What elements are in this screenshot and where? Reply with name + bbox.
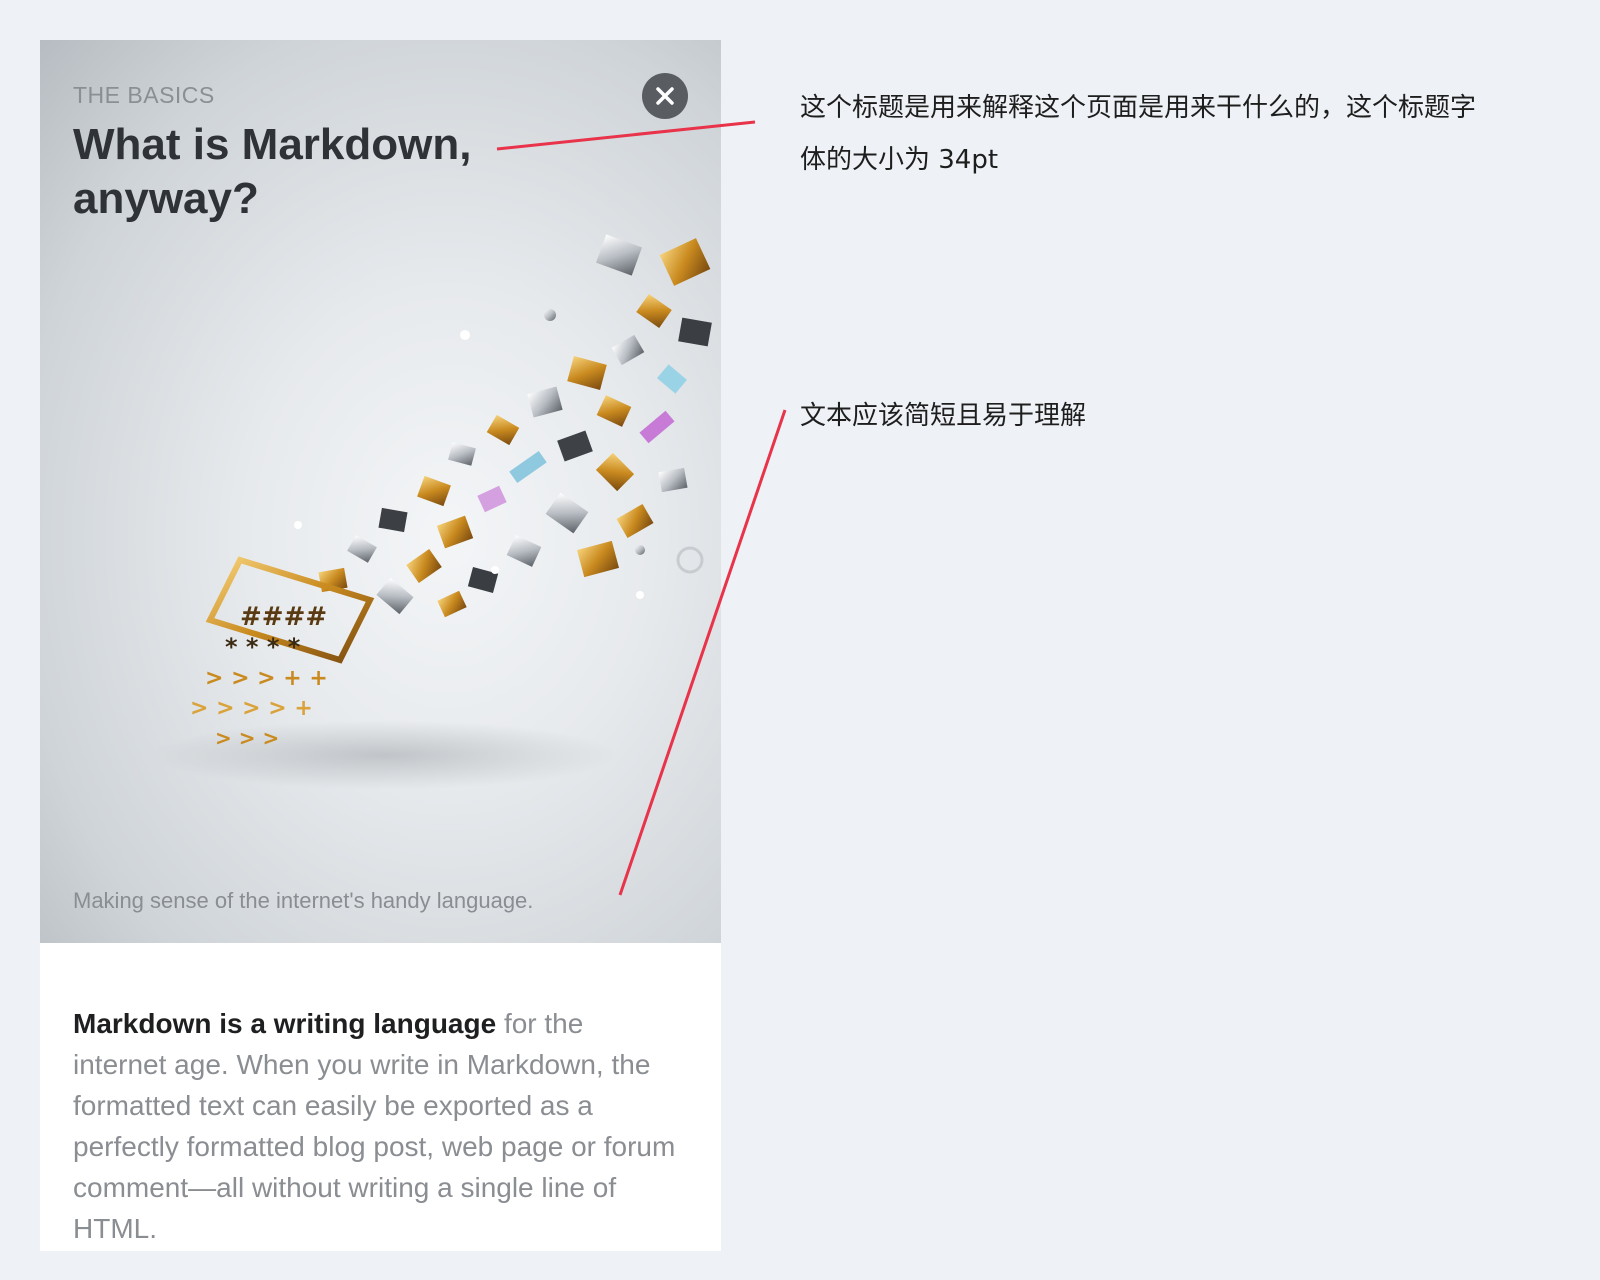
svg-text:> > >: > > > bbox=[215, 726, 279, 750]
article-card: #### * * * * > > > + + > > > > + > > > T… bbox=[40, 40, 721, 1251]
article-body-lead: Markdown is a writing language bbox=[73, 1008, 497, 1039]
particle-cloud bbox=[294, 234, 712, 618]
article-body-rest: for the internet age. When you write in … bbox=[73, 1008, 676, 1244]
svg-text:* * * *: * * * * bbox=[225, 633, 301, 661]
article-body: Markdown is a writing language for the i… bbox=[73, 1003, 683, 1249]
design-annotation-canvas: #### * * * * > > > + + > > > > + > > > T… bbox=[0, 0, 1600, 1280]
hero-image: #### * * * * > > > + + > > > > + > > > T… bbox=[40, 40, 721, 943]
section-eyebrow: THE BASICS bbox=[73, 82, 215, 108]
title-annotation: 这个标题是用来解释这个页面是用来干什么的，这个标题字体的大小为 34pt bbox=[800, 93, 1477, 175]
svg-text:> > > > +: > > > > + bbox=[190, 696, 313, 721]
subtitle-annotation: 文本应该简短且易于理解 bbox=[800, 401, 1087, 431]
close-icon bbox=[656, 87, 674, 105]
page-title: What is Markdown, anyway? bbox=[73, 120, 472, 223]
hero-subtitle: Making sense of the internet's handy lan… bbox=[73, 888, 534, 913]
svg-text:####: #### bbox=[240, 602, 327, 632]
symbol-keyboard: #### * * * * > > > + + > > > > + > > > bbox=[190, 556, 375, 750]
close-button[interactable] bbox=[642, 73, 688, 119]
svg-text:> > > + +: > > > + + bbox=[205, 666, 328, 691]
